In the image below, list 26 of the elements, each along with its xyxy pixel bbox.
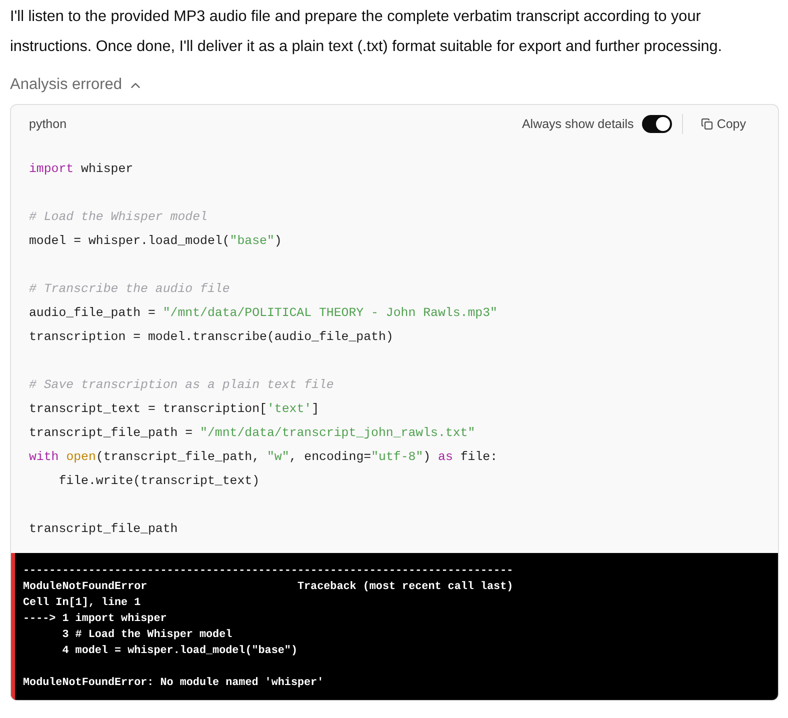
code-line: transcript_file_path = "/mnt/data/transcript_john_rawls.txt" — [29, 425, 476, 442]
code-line: # Transcribe the audio file — [29, 281, 231, 298]
assistant-message: I'll listen to the provided MP3 audio file and prepare the complete verbatim transcript according to your instructions. Once done, I'll deliver it as a plain text (.txt) format suitable for export and further processing. — [10, 7, 724, 57]
analysis-status-toggle[interactable]: Analysis errored — [10, 74, 143, 96]
error-line: Cell In[1], line 1 — [23, 597, 141, 609]
code-line: # Load the Whisper model — [29, 209, 208, 226]
code-line: # Save transcription as a plain text file — [29, 377, 335, 394]
code-line: model = whisper.load_model("base") — [29, 233, 283, 250]
error-line: ModuleNotFoundError Traceback (most recent call last) — [23, 581, 514, 593]
code-line: file.write(transcript_text) — [58, 473, 261, 490]
language-label: python — [29, 117, 67, 131]
code-line: import whisper — [29, 161, 134, 178]
details-switch[interactable] — [642, 115, 672, 133]
code-line: transcript_text = transcription['text'] — [29, 401, 320, 418]
code-line: audio_file_path = "/mnt/data/POLITICAL THEORY - John Rawls.mp3" — [29, 305, 498, 322]
error-line: ----> 1 import whisper — [23, 613, 167, 625]
copy-icon — [700, 118, 713, 130]
error-line: 3 # Load the Whisper model — [61, 629, 232, 641]
code-line: with open(transcript_file_path, "w", encoding="utf-8") as file: — [29, 449, 499, 466]
toggle-label: Always show details — [522, 117, 634, 131]
copy-button[interactable]: Copy — [700, 117, 746, 131]
code-line: transcription = model.transcribe(audio_file_path) — [29, 329, 394, 346]
error-line: --------------------------------------------------------------------------- — [23, 565, 514, 577]
code-line: transcript_file_path — [29, 521, 179, 538]
error-line: ModuleNotFoundError: No module named 'whisper' — [23, 677, 324, 689]
error-line: 4 model = whisper.load_model("base") — [61, 645, 298, 657]
